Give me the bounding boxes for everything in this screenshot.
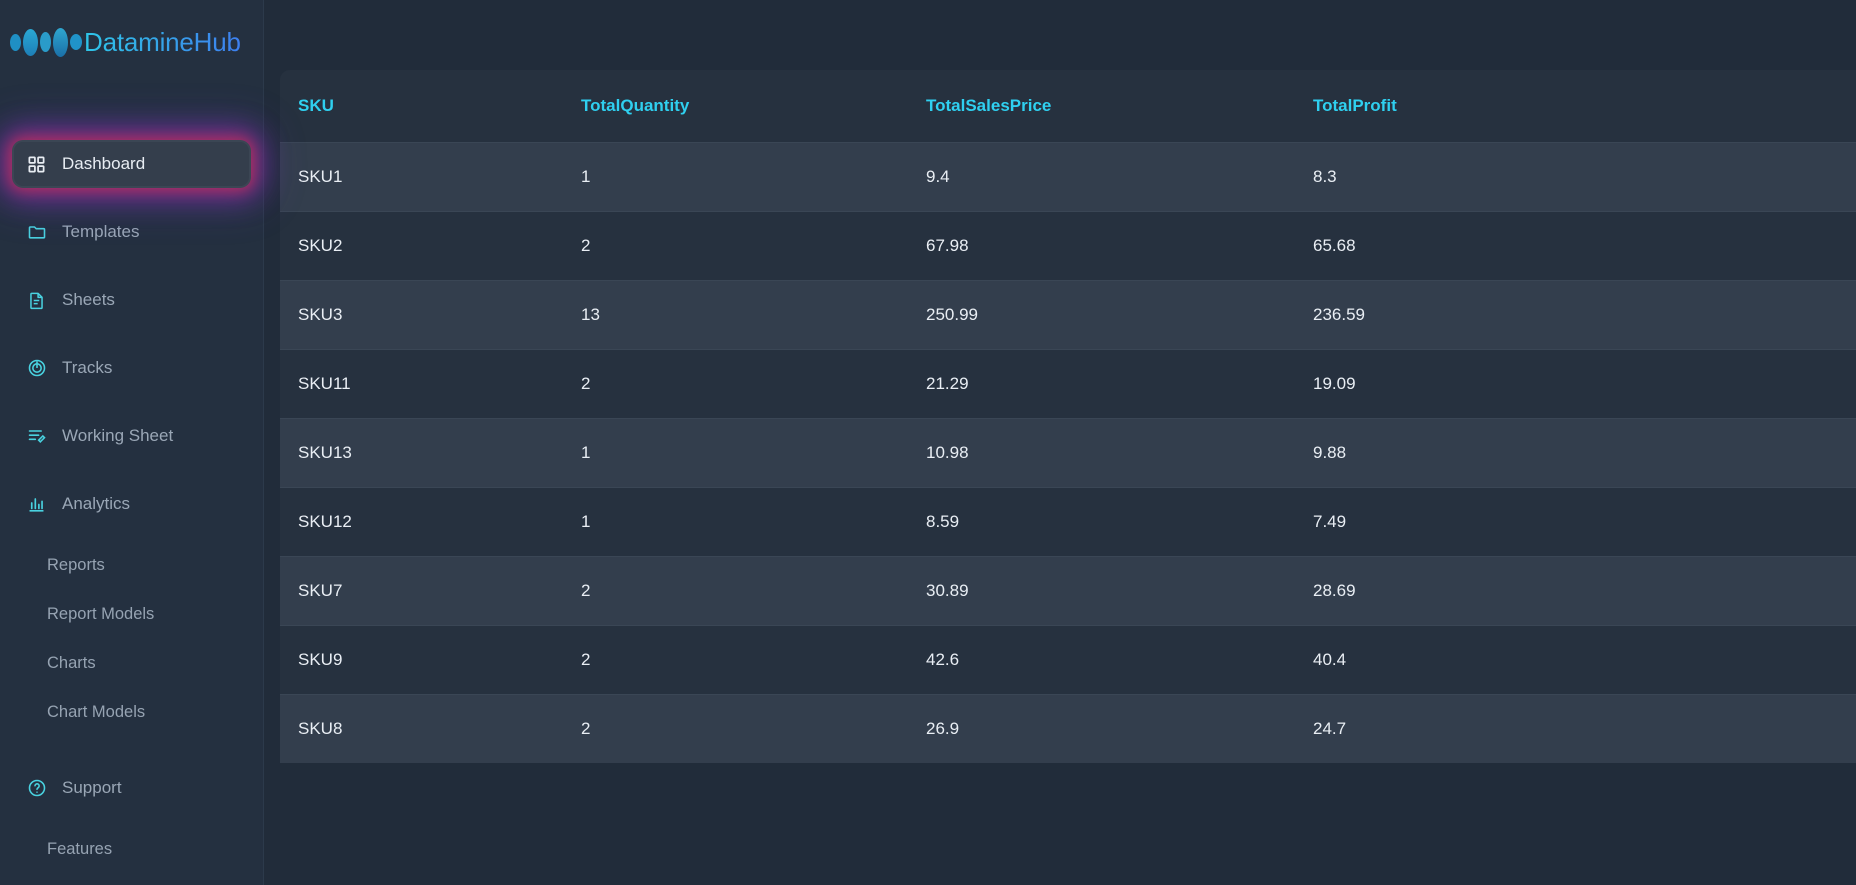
cell-quantity: 1 [563,487,908,557]
cell-sku: SKU12 [280,487,563,557]
table-row[interactable]: SKU1 1 9.4 8.3 [280,142,1856,212]
sidebar-item-label: Working Sheet [62,426,174,445]
cell-salesprice: 30.89 [908,556,1295,626]
sidebar-subitem-features[interactable]: Features [0,834,263,864]
document-icon [26,290,47,311]
app-root: DatamineHub Dashboard Templates Sheets T… [0,0,1856,885]
wave-blobs-logo [10,27,82,57]
table-row[interactable]: SKU3 13 250.99 236.59 [280,280,1856,350]
table-head: SKU TotalQuantity TotalSalesPrice TotalP… [280,70,1856,143]
cell-salesprice: 42.6 [908,625,1295,695]
table-row[interactable]: SKU9 2 42.6 40.4 [280,625,1856,695]
brand[interactable]: DatamineHub [0,0,263,62]
cell-profit: 28.69 [1295,556,1856,626]
table-row[interactable]: SKU2 2 67.98 65.68 [280,211,1856,281]
cell-profit: 65.68 [1295,211,1856,281]
cell-sku: SKU13 [280,418,563,488]
cell-salesprice: 21.29 [908,349,1295,419]
cell-profit: 40.4 [1295,625,1856,695]
cell-salesprice: 9.4 [908,142,1295,212]
cell-quantity: 1 [563,418,908,488]
table-row[interactable]: SKU12 1 8.59 7.49 [280,487,1856,557]
sidebar-subnav: Reports Report Models Charts Chart Model… [0,550,263,727]
sidebar-item-templates[interactable]: Templates [14,210,249,254]
table-row[interactable]: SKU7 2 30.89 28.69 [280,556,1856,626]
sidebar-subitem-report-models[interactable]: Report Models [0,599,263,629]
table-row[interactable]: SKU11 2 21.29 19.09 [280,349,1856,419]
grid-dashboard-icon [26,154,47,175]
cell-sku: SKU8 [280,694,563,763]
nav-divider-space [0,746,263,766]
cell-profit: 9.88 [1295,418,1856,488]
cell-profit: 19.09 [1295,349,1856,419]
sidebar-item-tracks[interactable]: Tracks [14,346,249,390]
target-track-icon [26,358,47,379]
sidebar-item-label: Analytics [62,494,131,513]
sidebar-item-working-sheet[interactable]: Working Sheet [14,414,249,458]
question-circle-icon [26,778,47,799]
cell-quantity: 13 [563,280,908,350]
sidebar-subitem-reports[interactable]: Reports [0,550,263,580]
table-body: SKU1 1 9.4 8.3 SKU2 2 67.98 65.68 SKU3 13 250.99 23… [280,142,1856,763]
cell-salesprice: 250.99 [908,280,1295,350]
brand-name: DatamineHub [84,26,241,57]
sidebar-item-sheets[interactable]: Sheets [14,278,249,322]
cell-sku: SKU3 [280,280,563,350]
cell-sku: SKU11 [280,349,563,419]
sidebar-item-dashboard[interactable]: Dashboard [14,142,249,186]
bar-chart-icon [26,494,47,515]
list-edit-icon [26,426,47,447]
cell-quantity: 2 [563,349,908,419]
cell-sku: SKU1 [280,142,563,212]
sidebar-item-label: Tracks [62,358,113,377]
cell-profit: 8.3 [1295,142,1856,212]
cell-quantity: 2 [563,625,908,695]
column-header-profit[interactable]: TotalProfit [1295,70,1856,143]
cell-sku: SKU7 [280,556,563,626]
table-row[interactable]: SKU8 2 26.9 24.7 [280,694,1856,763]
sidebar-item-label: Templates [62,222,140,241]
cell-salesprice: 8.59 [908,487,1295,557]
cell-salesprice: 26.9 [908,694,1295,763]
table: SKU TotalQuantity TotalSalesPrice TotalP… [280,70,1856,763]
cell-salesprice: 67.98 [908,211,1295,281]
sidebar-item-label: Sheets [62,290,115,309]
sidebar: DatamineHub Dashboard Templates Sheets T… [0,0,264,885]
charts-strip: 0.00 SKU1SKU2SKU3SKU11SKU13SKU12SKU7SKU9… [264,0,1856,50]
table-row[interactable]: SKU13 1 10.98 9.88 [280,418,1856,488]
cell-quantity: 1 [563,142,908,212]
cell-salesprice: 10.98 [908,418,1295,488]
column-header-salesprice[interactable]: TotalSalesPrice [908,70,1295,143]
cell-quantity: 2 [563,211,908,281]
sidebar-subitem-charts[interactable]: Charts [0,648,263,678]
cell-profit: 7.49 [1295,487,1856,557]
cell-quantity: 2 [563,556,908,626]
column-header-sku[interactable]: SKU [280,70,563,143]
sidebar-item-label: Dashboard [62,154,146,173]
sidebar-item-support[interactable]: Support [14,766,249,810]
sidebar-item-label: Support [62,778,122,797]
main-content: 0.00 SKU1SKU2SKU3SKU11SKU13SKU12SKU7SKU9… [264,0,1856,885]
folder-icon [26,222,47,243]
table-header-row: SKU TotalQuantity TotalSalesPrice TotalP… [280,70,1856,143]
sku-summary-table: SKU TotalQuantity TotalSalesPrice TotalP… [280,70,1856,763]
sidebar-item-analytics[interactable]: Analytics [14,482,249,526]
cell-sku: SKU2 [280,211,563,281]
cell-profit: 236.59 [1295,280,1856,350]
column-header-quantity[interactable]: TotalQuantity [563,70,908,143]
cell-quantity: 2 [563,694,908,763]
sidebar-subitem-chart-models[interactable]: Chart Models [0,697,263,727]
cell-sku: SKU9 [280,625,563,695]
sidebar-nav: Dashboard Templates Sheets Tracks Workin… [0,142,263,864]
cell-profit: 24.7 [1295,694,1856,763]
